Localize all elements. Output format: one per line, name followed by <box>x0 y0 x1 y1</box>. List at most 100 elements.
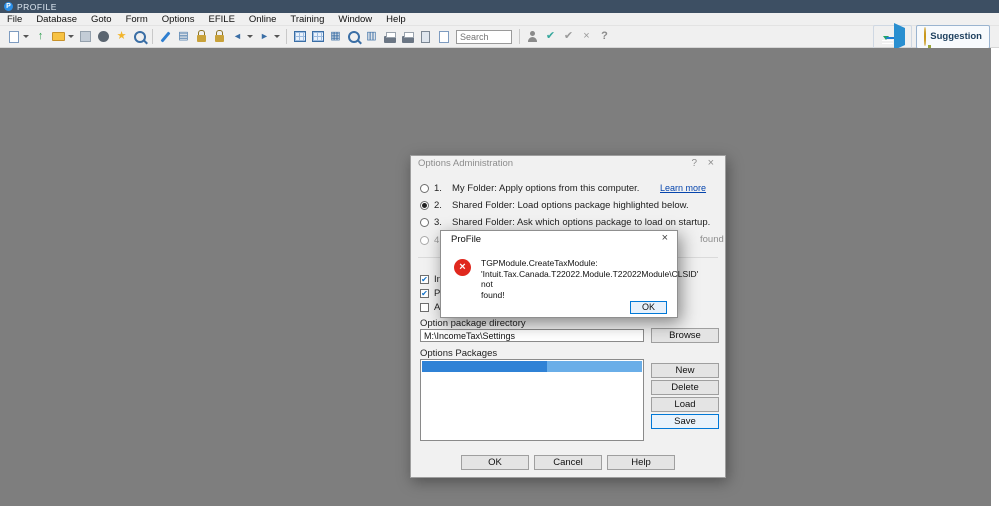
app-icon: P <box>4 2 13 11</box>
radio-number: 3. <box>434 216 442 228</box>
spreadsheet-icon[interactable]: ▥ <box>363 28 380 45</box>
error-message-line: found! <box>481 289 505 300</box>
calculator-icon[interactable] <box>417 28 434 45</box>
prev-form-icon[interactable]: ◄ <box>229 28 246 45</box>
print-all-icon[interactable] <box>399 28 416 45</box>
radio-option-shared-folder-ask[interactable]: 3. Shared Folder: Ask which options pack… <box>420 216 710 228</box>
verify-icon[interactable]: ✔ <box>542 28 559 45</box>
radio-number: 2. <box>434 199 442 211</box>
suggestion-label: Suggestion <box>930 31 982 42</box>
menu-efile[interactable]: EFILE <box>202 14 242 25</box>
load-button[interactable]: Load <box>651 397 719 412</box>
radio-label: Shared Folder: Load options package high… <box>452 199 689 211</box>
radio-option-shared-folder-load[interactable]: 2. Shared Folder: Load options package h… <box>420 199 689 211</box>
browse-button[interactable]: Browse <box>651 328 719 343</box>
radio-option-my-folder[interactable]: 1. My Folder: Apply options from this co… <box>420 182 639 194</box>
form-explorer-icon[interactable]: ▤ <box>175 28 192 45</box>
radio-icon-selected[interactable] <box>420 200 429 210</box>
open-folder-icon[interactable] <box>50 28 67 45</box>
radio-icon[interactable] <box>420 217 429 227</box>
carryforward-icon[interactable]: ↑ <box>32 28 49 45</box>
package-directory-input[interactable] <box>420 329 644 342</box>
error-dialog-title: ProFile <box>451 234 482 245</box>
menu-options[interactable]: Options <box>155 14 202 25</box>
checkbox-checked-icon[interactable]: ✔ <box>420 289 429 298</box>
options-packages-label: Options Packages <box>420 348 498 359</box>
audit-icon[interactable] <box>95 28 112 45</box>
menu-bar: File Database Goto Form Options EFILE On… <box>0 13 999 26</box>
radio-label: My Folder: Apply options from this compu… <box>452 182 640 194</box>
dialog-close-icon[interactable]: × <box>708 157 714 169</box>
dialog-help-icon[interactable]: ? <box>691 158 697 169</box>
reverify-icon[interactable]: ✔ <box>560 28 577 45</box>
checkbox-unchecked-icon[interactable] <box>420 303 429 312</box>
menu-database[interactable]: Database <box>29 14 84 25</box>
application-window: P PROFILE File Database Goto Form Option… <box>0 0 999 506</box>
new-form-dropdown-icon[interactable] <box>23 35 29 38</box>
error-ok-button[interactable]: OK <box>630 301 667 314</box>
toolbar-separator <box>519 29 520 44</box>
error-message-line: 'Intuit.Tax.Canada.T22022.Module.T22022M… <box>481 268 699 290</box>
prev-form-dropdown-icon[interactable] <box>247 35 253 38</box>
next-form-icon[interactable]: ► <box>256 28 273 45</box>
help-icon[interactable]: ? <box>596 28 613 45</box>
edit-icon[interactable] <box>157 28 174 45</box>
packages-listbox[interactable] <box>420 359 644 441</box>
menu-form[interactable]: Form <box>119 14 155 25</box>
save-button[interactable]: Save <box>651 414 719 429</box>
toolbar: ↑ ★ ▤ ◄ ► ▦ ▥ ✔ ✔ × ? <box>0 22 999 50</box>
delete-button[interactable]: Delete <box>651 380 719 395</box>
error-message: TGPModule.CreateTaxModule: 'Intuit.Tax.C… <box>481 258 699 300</box>
menu-online[interactable]: Online <box>242 14 283 25</box>
search-input[interactable] <box>456 29 512 44</box>
lock-icon[interactable] <box>193 28 210 45</box>
new-button[interactable]: New <box>651 363 719 378</box>
new-form-icon[interactable] <box>5 28 22 45</box>
summary-grid-icon[interactable]: ▦ <box>327 28 344 45</box>
menu-goto[interactable]: Goto <box>84 14 119 25</box>
window-title: PROFILE <box>17 1 57 12</box>
menu-training[interactable]: Training <box>283 14 331 25</box>
print-icon[interactable] <box>381 28 398 45</box>
send-icon[interactable] <box>894 22 906 50</box>
ok-button[interactable]: OK <box>461 455 529 470</box>
table-icon[interactable] <box>309 28 326 45</box>
options-dialog-title: Options Administration <box>418 158 514 169</box>
error-dialog-close-icon[interactable]: × <box>662 232 668 244</box>
t-slip-grid-icon[interactable] <box>291 28 308 45</box>
radio-icon[interactable] <box>420 183 429 193</box>
menu-help[interactable]: Help <box>379 14 413 25</box>
title-bar: P PROFILE <box>0 0 999 13</box>
checkbox-checked-icon[interactable]: ✔ <box>420 275 429 284</box>
save-icon[interactable] <box>77 28 94 45</box>
error-message-line: TGPModule.CreateTaxModule: <box>481 258 598 268</box>
radio-icon-disabled[interactable] <box>420 235 429 245</box>
toolbar-separator <box>152 29 153 44</box>
toolbar-right-cluster: Suggestion <box>873 22 994 50</box>
radio-number: 1. <box>434 182 442 194</box>
help-button[interactable]: Help <box>607 455 675 470</box>
print-preview-icon[interactable] <box>131 28 148 45</box>
cancel-icon[interactable]: × <box>578 28 595 45</box>
radio-label-fragment: found <box>700 234 724 245</box>
error-icon: × <box>454 259 471 276</box>
menu-window[interactable]: Window <box>331 14 379 25</box>
unlock-icon[interactable] <box>211 28 228 45</box>
document-icon[interactable] <box>435 28 452 45</box>
notification-icon-group <box>873 22 913 50</box>
selected-package-row[interactable] <box>422 361 642 372</box>
cancel-button[interactable]: Cancel <box>534 455 602 470</box>
open-folder-dropdown-icon[interactable] <box>68 35 74 38</box>
toolbar-separator <box>286 29 287 44</box>
favorites-star-icon[interactable]: ★ <box>113 28 130 45</box>
search-box <box>456 29 512 44</box>
next-form-dropdown-icon[interactable] <box>274 35 280 38</box>
zoom-icon[interactable] <box>345 28 362 45</box>
right-scroll-strip[interactable] <box>991 48 999 506</box>
learn-more-link[interactable]: Learn more <box>660 183 706 193</box>
package-directory-label: Option package directory <box>420 318 526 329</box>
client-icon[interactable] <box>524 28 541 45</box>
menu-file[interactable]: File <box>0 14 29 25</box>
suggestion-button[interactable]: Suggestion <box>916 24 990 49</box>
radio-label: Shared Folder: Ask which options package… <box>452 216 711 228</box>
